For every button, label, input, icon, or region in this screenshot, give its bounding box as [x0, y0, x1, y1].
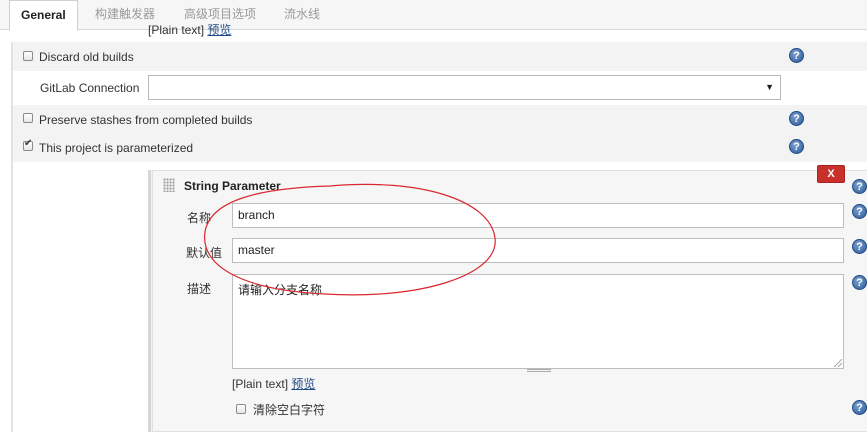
string-parameter-title: String Parameter: [184, 179, 281, 193]
trim-whitespace-label: 清除空白字符: [253, 403, 326, 417]
preserve-stashes-label: Preserve stashes from completed builds: [39, 113, 253, 127]
help-icon[interactable]: ?: [789, 139, 804, 154]
parameterized-label: This project is parameterized: [39, 141, 194, 155]
default-value-input[interactable]: master: [232, 238, 844, 263]
delete-parameter-button[interactable]: X: [817, 165, 845, 183]
preserve-stashes-row: Preserve stashes from completed builds: [13, 105, 867, 134]
parameter-name-label: 名称: [187, 211, 212, 225]
preview-link[interactable]: 预览: [291, 377, 315, 391]
plain-text-label: [Plain text]: [148, 23, 205, 37]
tab-pipeline[interactable]: 流水线: [284, 0, 320, 30]
gitlab-connection-select[interactable]: ▼: [148, 75, 781, 100]
help-icon[interactable]: ?: [852, 239, 867, 254]
help-icon[interactable]: ?: [852, 400, 867, 415]
description-format-info: [Plain text] 预览: [232, 375, 315, 392]
trim-whitespace-checkbox[interactable]: [236, 404, 246, 414]
discard-old-builds-checkbox[interactable]: [23, 51, 33, 61]
parameterized-checkbox[interactable]: [23, 138, 33, 151]
tab-build-triggers[interactable]: 构建触发器: [95, 0, 155, 30]
preview-link[interactable]: 预览: [207, 23, 231, 37]
discard-old-builds-row: Discard old builds: [13, 42, 867, 71]
tab-general[interactable]: General: [9, 0, 78, 31]
resize-handle-icon[interactable]: [834, 359, 842, 367]
gitlab-connection-label: GitLab Connection: [40, 81, 140, 95]
plain-text-label: [Plain text]: [232, 377, 289, 391]
help-icon[interactable]: ?: [789, 48, 804, 63]
help-icon[interactable]: ?: [789, 111, 804, 126]
parameter-name-input[interactable]: branch: [232, 203, 844, 228]
preserve-stashes-checkbox[interactable]: [23, 113, 33, 123]
drag-handle-icon[interactable]: [163, 178, 175, 192]
tab-bar: General 构建触发器 高级项目选项 流水线: [0, 0, 867, 31]
description-textarea[interactable]: 请输入分支名称: [232, 274, 844, 369]
section-indent-bar: [11, 42, 13, 432]
parameterized-row: This project is parameterized: [13, 134, 867, 162]
help-icon[interactable]: ?: [852, 179, 867, 194]
description-text: 请输入分支名称: [238, 283, 323, 297]
discard-old-builds-label: Discard old builds: [39, 50, 134, 64]
description-label: 描述: [187, 282, 212, 296]
default-value-label: 默认值: [186, 246, 223, 260]
dropdown-arrow-icon: ▼: [765, 82, 774, 92]
textarea-grip-icon[interactable]: [527, 369, 551, 372]
help-icon[interactable]: ?: [852, 275, 867, 290]
help-icon[interactable]: ?: [852, 204, 867, 219]
description-format-info: [Plain text] 预览: [148, 21, 231, 38]
